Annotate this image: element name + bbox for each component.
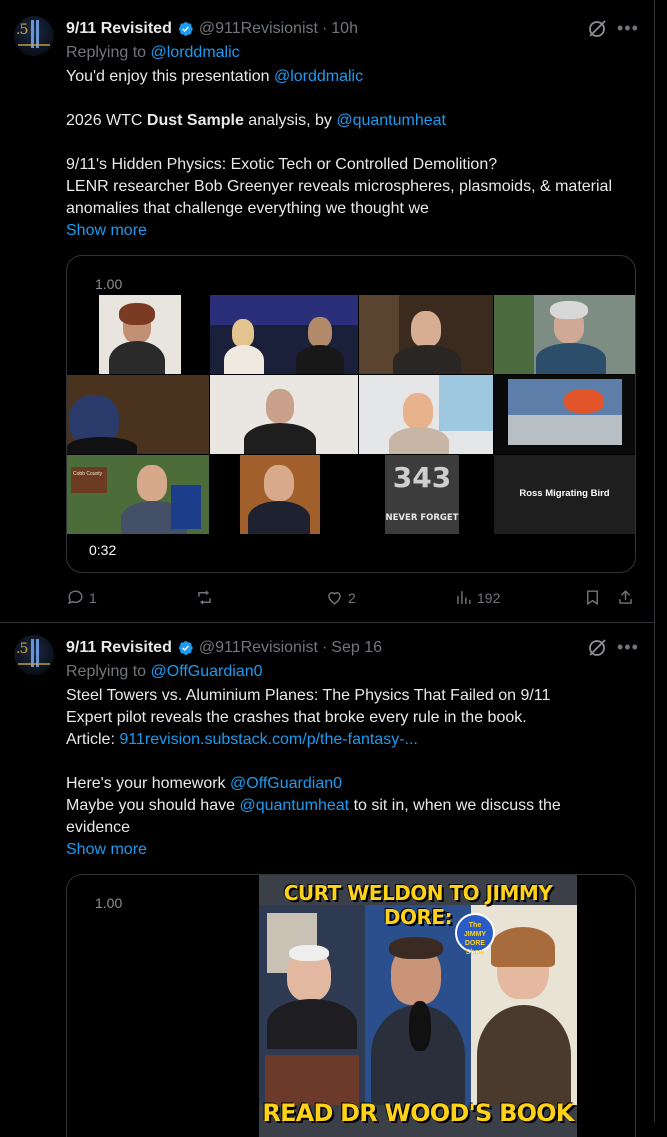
- video-tile: [67, 375, 209, 454]
- video-tile: Ross Migrating Bird: [494, 455, 635, 534]
- show-more-link[interactable]: Show more: [66, 220, 147, 242]
- tweet-text-line: 2026 WTC Dust Sample analysis, by @quant…: [66, 112, 446, 129]
- author-name[interactable]: 9/11 Revisited: [66, 639, 172, 657]
- playback-speed[interactable]: 1.00: [95, 895, 122, 911]
- tweet-text-line: Article: 911revision.substack.com/p/the-…: [66, 731, 418, 748]
- reply-button[interactable]: 1: [66, 588, 97, 607]
- share-button[interactable]: [616, 588, 635, 607]
- reply-mention-link[interactable]: @OffGuardian0: [151, 663, 263, 680]
- tweet-text-line: evidence: [66, 819, 131, 836]
- repost-button[interactable]: [195, 588, 218, 607]
- avatar[interactable]: .5: [14, 16, 54, 56]
- article-link[interactable]: 911revision.substack.com/p/the-fantasy-.…: [119, 731, 418, 748]
- tweet-text-line: LENR researcher Bob Greenyer reveals mic…: [66, 178, 612, 195]
- timeline-border: [654, 0, 655, 1122]
- memorial-number: 343: [392, 461, 452, 494]
- share-icon: [619, 590, 632, 604]
- video-tile: [359, 375, 493, 454]
- author-handle[interactable]: @911Revisionist: [199, 20, 318, 38]
- author-handle[interactable]: @911Revisionist: [199, 639, 318, 657]
- reply-icon: [68, 590, 83, 605]
- grok-icon[interactable]: [587, 638, 607, 658]
- verified-badge-icon: [178, 641, 193, 655]
- thumbnail-title: CURT WELDON TO JIMMY DORE:: [283, 881, 553, 929]
- tweet-timestamp[interactable]: Sep 16: [331, 639, 382, 657]
- video-tile: [359, 295, 493, 374]
- thumbnail-caption: READ DR WOOD'S BOOK: [262, 1099, 574, 1127]
- video-duration: 0:32: [89, 542, 117, 558]
- more-options-icon[interactable]: •••: [617, 638, 638, 656]
- replying-to: Replying to @lorddmalic: [66, 44, 240, 61]
- views-button[interactable]: 192: [454, 588, 500, 607]
- repost-icon: [198, 590, 211, 605]
- tweet-text-line: Here's your homework @OffGuardian0: [66, 775, 343, 792]
- tweet-header: 9/11 Revisited @911Revisionist · Sep 16: [66, 639, 382, 657]
- verified-badge-icon: [178, 22, 193, 36]
- author-name[interactable]: 9/11 Revisited: [66, 20, 172, 38]
- tweet-divider: [0, 622, 654, 623]
- video-tile: 343 NEVER FORGET: [359, 455, 493, 534]
- replying-to: Replying to @OffGuardian0: [66, 663, 263, 680]
- participant-name: Ross Migrating Bird: [519, 488, 610, 499]
- playback-speed[interactable]: 1.00: [95, 276, 122, 292]
- video-tile: Cobb County: [67, 455, 209, 534]
- video-player[interactable]: 1.00 The JIMMY DORE Show CURT WELDON TO …: [66, 874, 636, 1137]
- tweet-text-line: anomalies that challenge everything we t…: [66, 200, 429, 217]
- tweet-text-line: Steel Towers vs. Aluminium Planes: The P…: [66, 687, 551, 704]
- avatar[interactable]: .5: [14, 635, 54, 675]
- video-tile: [210, 375, 358, 454]
- analytics-icon: [457, 591, 471, 604]
- tweet-text-line: Maybe you should have @quantumheat to si…: [66, 797, 561, 814]
- video-thumbnail: The JIMMY DORE Show CURT WELDON TO JIMMY…: [259, 875, 577, 1137]
- video-tile: [494, 375, 635, 454]
- video-tile: [67, 295, 209, 374]
- show-more-link[interactable]: Show more: [66, 839, 147, 861]
- reply-mention-link[interactable]: @lorddmalic: [151, 44, 240, 61]
- mention-link[interactable]: @OffGuardian0: [230, 775, 342, 792]
- tweet-text-line: You'd enjoy this presentation @lorddmali…: [66, 68, 364, 85]
- tweet-actions: 1 2 192: [66, 588, 646, 610]
- tweet-header: 9/11 Revisited @911Revisionist · 10h: [66, 20, 358, 38]
- tweet-timestamp[interactable]: 10h: [331, 20, 358, 38]
- video-tile: [210, 295, 358, 374]
- mention-link[interactable]: @quantumheat: [336, 112, 446, 129]
- mention-link[interactable]: @quantumheat: [239, 797, 349, 814]
- tweet-text-line: 9/11's Hidden Physics: Exotic Tech or Co…: [66, 156, 498, 173]
- like-button[interactable]: 2: [325, 588, 356, 607]
- tweet-text-line: Expert pilot reveals the crashes that br…: [66, 709, 527, 726]
- video-player[interactable]: 1.00 Cobb County 343 NEVER FORGET Ross M…: [66, 255, 636, 573]
- bookmark-icon: [587, 590, 598, 606]
- video-tile: [210, 455, 358, 534]
- grok-icon[interactable]: [587, 19, 607, 39]
- memorial-caption: NEVER FORGET: [385, 513, 459, 523]
- mention-link[interactable]: @lorddmalic: [274, 68, 363, 85]
- bookmark-button[interactable]: [583, 588, 602, 607]
- video-tile: [494, 295, 635, 374]
- more-options-icon[interactable]: •••: [617, 19, 638, 37]
- heart-icon: [328, 592, 341, 605]
